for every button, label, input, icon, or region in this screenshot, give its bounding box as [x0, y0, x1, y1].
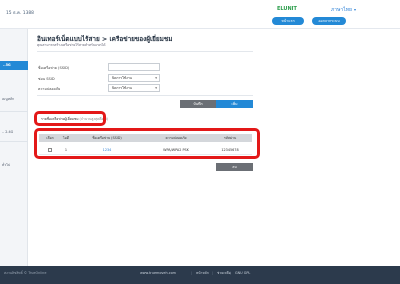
divider — [37, 51, 253, 52]
add-button[interactable]: เพิ่ม — [216, 100, 253, 108]
sidebar-item-menu[interactable]: เมนูหลัก — [2, 97, 14, 102]
hide-ssid-value: ปิดการใช้งาน — [112, 76, 132, 80]
top-bar: 15 ธ.ค. 1388 ELUNIT ภาษาไทย ▾ หน้าแรก ออก… — [0, 0, 400, 29]
footer-link-website[interactable]: www.truemoveh.com — [140, 271, 176, 275]
brand-logo: ELUNIT — [277, 6, 297, 12]
footer-separator: | — [230, 271, 232, 275]
sidebar-item-5g[interactable]: ..5G — [3, 63, 11, 67]
logout-button[interactable]: ออกจากระบบ — [312, 17, 346, 25]
sidebar-divider — [0, 141, 28, 142]
divider — [37, 95, 253, 96]
security-select[interactable]: ปิดการใช้งาน ▾ — [108, 84, 160, 92]
footer-link-help[interactable]: ช่วยเหลือ — [217, 271, 231, 276]
hide-ssid-select[interactable]: ปิดการใช้งาน ▾ — [108, 74, 160, 82]
ssid-input[interactable] — [108, 63, 160, 71]
ssid-label: ชื่อเครือข่าย (SSID) — [38, 66, 70, 70]
language-selector[interactable]: ภาษาไทย ▾ — [331, 6, 356, 14]
hide-ssid-label: ซ่อน SSID — [38, 77, 55, 81]
chevron-down-icon: ▾ — [155, 76, 157, 80]
security-label: ความปลอดภัย — [38, 87, 61, 91]
chevron-down-icon: ▾ — [155, 86, 157, 90]
save-button[interactable]: บันทึก — [180, 100, 216, 108]
highlight-box — [34, 111, 106, 126]
chevron-down-icon: ▾ — [353, 7, 356, 12]
sidebar: ..5G เมนูหลัก .. 2.4G ทั่วไป — [0, 29, 28, 266]
home-button[interactable]: หน้าแรก — [272, 17, 304, 25]
language-label: ภาษาไทย — [331, 7, 352, 13]
device-id-text: 15 ธ.ค. 1388 — [6, 11, 34, 16]
sidebar-item-general[interactable]: ทั่วไป — [2, 163, 10, 168]
footer: สงวนลิขสิทธิ์ © TrueOnline www.truemoveh… — [0, 266, 400, 284]
footer-separator: | — [191, 271, 193, 275]
footer-separator: | — [212, 271, 214, 275]
security-value: ปิดการใช้งาน — [112, 86, 132, 90]
footer-link-home[interactable]: หน้าหลัก — [196, 271, 209, 276]
highlight-box — [34, 128, 260, 159]
delete-button[interactable]: ลบ — [216, 163, 253, 171]
footer-link-gpl[interactable]: GNU GPL — [235, 271, 250, 275]
sidebar-item-24g[interactable]: .. 2.4G — [2, 130, 13, 134]
copyright-text: สงวนลิขสิทธิ์ © TrueOnline — [4, 271, 47, 275]
sidebar-divider — [0, 111, 28, 112]
page-description: คุณสามารถสร้างเครือข่ายไร้สายสำหรับแขกได… — [37, 43, 106, 47]
